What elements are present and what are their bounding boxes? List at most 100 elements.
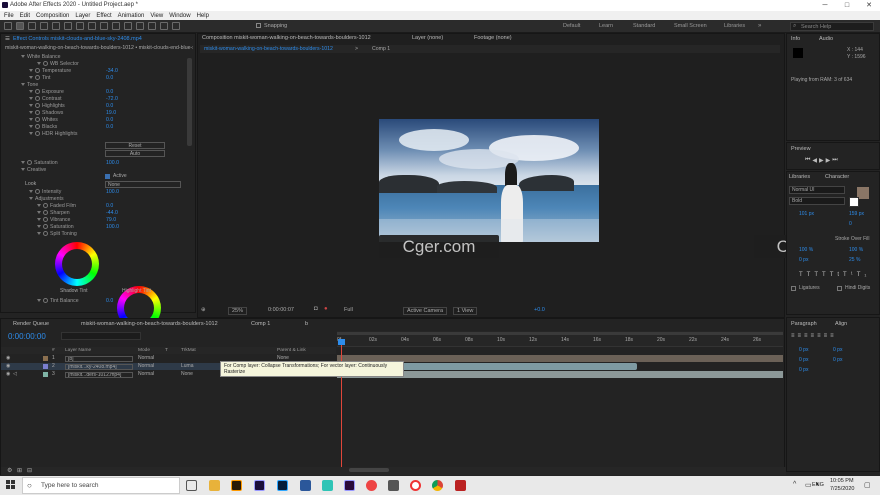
clock-date[interactable]: 7/25/2020 — [830, 486, 854, 492]
effect-controls-tab[interactable]: ☰ Effect Controls miskit-clouds-and-blue-… — [1, 35, 197, 43]
stopwatch-icon[interactable] — [35, 189, 40, 194]
character-tab[interactable]: Character — [825, 174, 849, 180]
comp-subtab-comp1[interactable]: Comp 1 — [372, 46, 390, 52]
menu-composition[interactable]: Composition — [36, 13, 69, 19]
label-color-swatch[interactable] — [43, 356, 48, 361]
faux-bold-icon[interactable]: T — [799, 272, 807, 278]
disclosure-triangle-icon[interactable] — [37, 299, 41, 302]
rectangle-tool-icon[interactable] — [88, 22, 96, 30]
comp-flowchart-icon[interactable]: ⚙ — [7, 467, 12, 474]
property-value[interactable]: 0.0 — [106, 298, 113, 304]
tsume[interactable]: 25 % — [849, 257, 860, 263]
stopwatch-icon[interactable] — [35, 110, 40, 115]
app-icon-gray[interactable] — [388, 480, 399, 491]
disclosure-triangle-icon[interactable] — [29, 132, 33, 135]
justify-all-icon[interactable]: ≡ — [830, 333, 837, 339]
last-frame-icon[interactable]: ⏭ — [832, 157, 839, 164]
property-value[interactable]: -72.0 — [106, 96, 118, 102]
prev-frame-icon[interactable]: ◀ — [812, 157, 819, 164]
menu-window[interactable]: Window — [169, 13, 190, 19]
baseline-shift[interactable]: 0 px — [799, 257, 808, 263]
after-effects-taskbar-icon[interactable] — [254, 480, 265, 491]
task-view-icon[interactable] — [186, 480, 197, 491]
disclosure-triangle-icon[interactable] — [37, 211, 41, 214]
zoom-select[interactable]: 25% — [228, 307, 248, 315]
look-select[interactable]: None — [105, 181, 181, 188]
info-tab[interactable]: Info — [791, 36, 800, 42]
puppet-tool-icon[interactable] — [172, 22, 180, 30]
notifications-icon[interactable]: ▢ — [864, 481, 871, 489]
menu-file[interactable]: File — [4, 13, 14, 19]
render-queue-tab[interactable]: Render Queue — [9, 321, 49, 329]
app-icon-darkred[interactable] — [455, 480, 466, 491]
color-channel-icon[interactable]: ● — [324, 306, 328, 312]
stopwatch-icon[interactable] — [35, 124, 40, 129]
stopwatch-icon[interactable] — [35, 131, 40, 136]
layer-name[interactable]: [b] — [65, 355, 133, 362]
camera-select[interactable]: Active Camera — [403, 307, 448, 315]
comp-subtab-current[interactable]: miskit-woman-walking-on-beach-towards-bo… — [204, 46, 333, 52]
tracking[interactable]: 0 — [849, 221, 852, 227]
audio-tab[interactable]: Audio — [819, 36, 833, 42]
leading[interactable]: 159 px — [849, 211, 864, 217]
active-checkbox[interactable] — [105, 174, 110, 179]
chrome-icon[interactable] — [432, 480, 443, 491]
menu-help[interactable]: Help — [197, 13, 209, 19]
stopwatch-icon[interactable] — [43, 210, 48, 215]
layer-mode-select[interactable]: Normal — [138, 371, 154, 378]
faux-italic-icon[interactable]: T — [807, 272, 815, 278]
workspace-default[interactable]: Default — [563, 23, 580, 29]
property-value[interactable]: 0.0 — [106, 124, 113, 130]
label-color-swatch[interactable] — [43, 372, 48, 377]
space-after[interactable]: 0 px — [833, 357, 842, 363]
scrollbar[interactable] — [187, 58, 192, 146]
layer-mode-select[interactable]: Normal — [138, 355, 154, 362]
disclosure-triangle-icon[interactable] — [29, 125, 33, 128]
property-value[interactable]: -34.0 — [106, 68, 118, 74]
first-frame-icon[interactable]: ⏮ — [805, 157, 812, 164]
search-help-field[interactable]: ⌕ Search Help — [790, 22, 874, 31]
disclosure-triangle-icon[interactable] — [29, 111, 33, 114]
small-caps-icon[interactable]: Tt — [830, 272, 843, 278]
photoshop-icon[interactable] — [277, 480, 288, 491]
property-value[interactable]: 19.0 — [106, 110, 116, 116]
space-before[interactable]: 0 px — [799, 357, 808, 363]
camera-tool-icon[interactable] — [64, 22, 72, 30]
property-value[interactable]: 0.0 — [106, 203, 113, 209]
disclosure-triangle-icon[interactable] — [37, 204, 41, 207]
menu-layer[interactable]: Layer — [75, 13, 90, 19]
horizontal-scale[interactable]: 100 % — [849, 247, 863, 253]
vertical-scale[interactable]: 100 % — [799, 247, 813, 253]
exposure-value[interactable]: +0.0 — [534, 307, 545, 313]
eraser-tool-icon[interactable] — [148, 22, 156, 30]
stopwatch-icon[interactable] — [27, 160, 32, 165]
timing-panes-icon[interactable]: ⊟ — [27, 467, 32, 474]
shadow-tint-wheel[interactable] — [55, 242, 99, 286]
disclosure-triangle-icon[interactable] — [37, 218, 41, 221]
selection-tool-icon[interactable] — [16, 22, 24, 30]
zoom-tool-icon[interactable] — [40, 22, 48, 30]
font-family-select[interactable]: Normal UI — [789, 186, 845, 194]
illustrator-icon[interactable] — [231, 480, 242, 491]
property-value[interactable]: 0.0 — [106, 117, 113, 123]
hindi-digits-checkbox[interactable] — [837, 286, 842, 291]
disclosure-triangle-icon[interactable] — [21, 83, 25, 86]
play-icon[interactable]: ▶ — [819, 157, 826, 164]
font-size[interactable]: 101 px — [799, 211, 814, 217]
stopwatch-icon[interactable] — [43, 224, 48, 229]
menu-animation[interactable]: Animation — [118, 13, 145, 19]
pan-behind-tool-icon[interactable] — [76, 22, 84, 30]
workspace-standard[interactable]: Standard — [633, 23, 655, 29]
disclosure-triangle-icon[interactable] — [29, 190, 33, 193]
workspace-libraries[interactable]: Libraries — [724, 23, 745, 29]
reset-button[interactable]: Reset — [105, 142, 165, 149]
footage-tab[interactable]: Footage (none) — [470, 35, 512, 43]
timeline-tab-comp1[interactable]: Comp 1 — [247, 321, 270, 329]
camtasia-icon[interactable] — [322, 480, 333, 491]
indent-right[interactable]: 0 px — [833, 347, 842, 353]
align-tab[interactable]: Align — [835, 321, 847, 327]
stopwatch-icon[interactable] — [43, 298, 48, 303]
workspace-small-screen[interactable]: Small Screen — [674, 23, 707, 29]
disclosure-triangle-icon[interactable] — [37, 62, 41, 65]
next-frame-icon[interactable]: ▶ — [826, 157, 833, 164]
